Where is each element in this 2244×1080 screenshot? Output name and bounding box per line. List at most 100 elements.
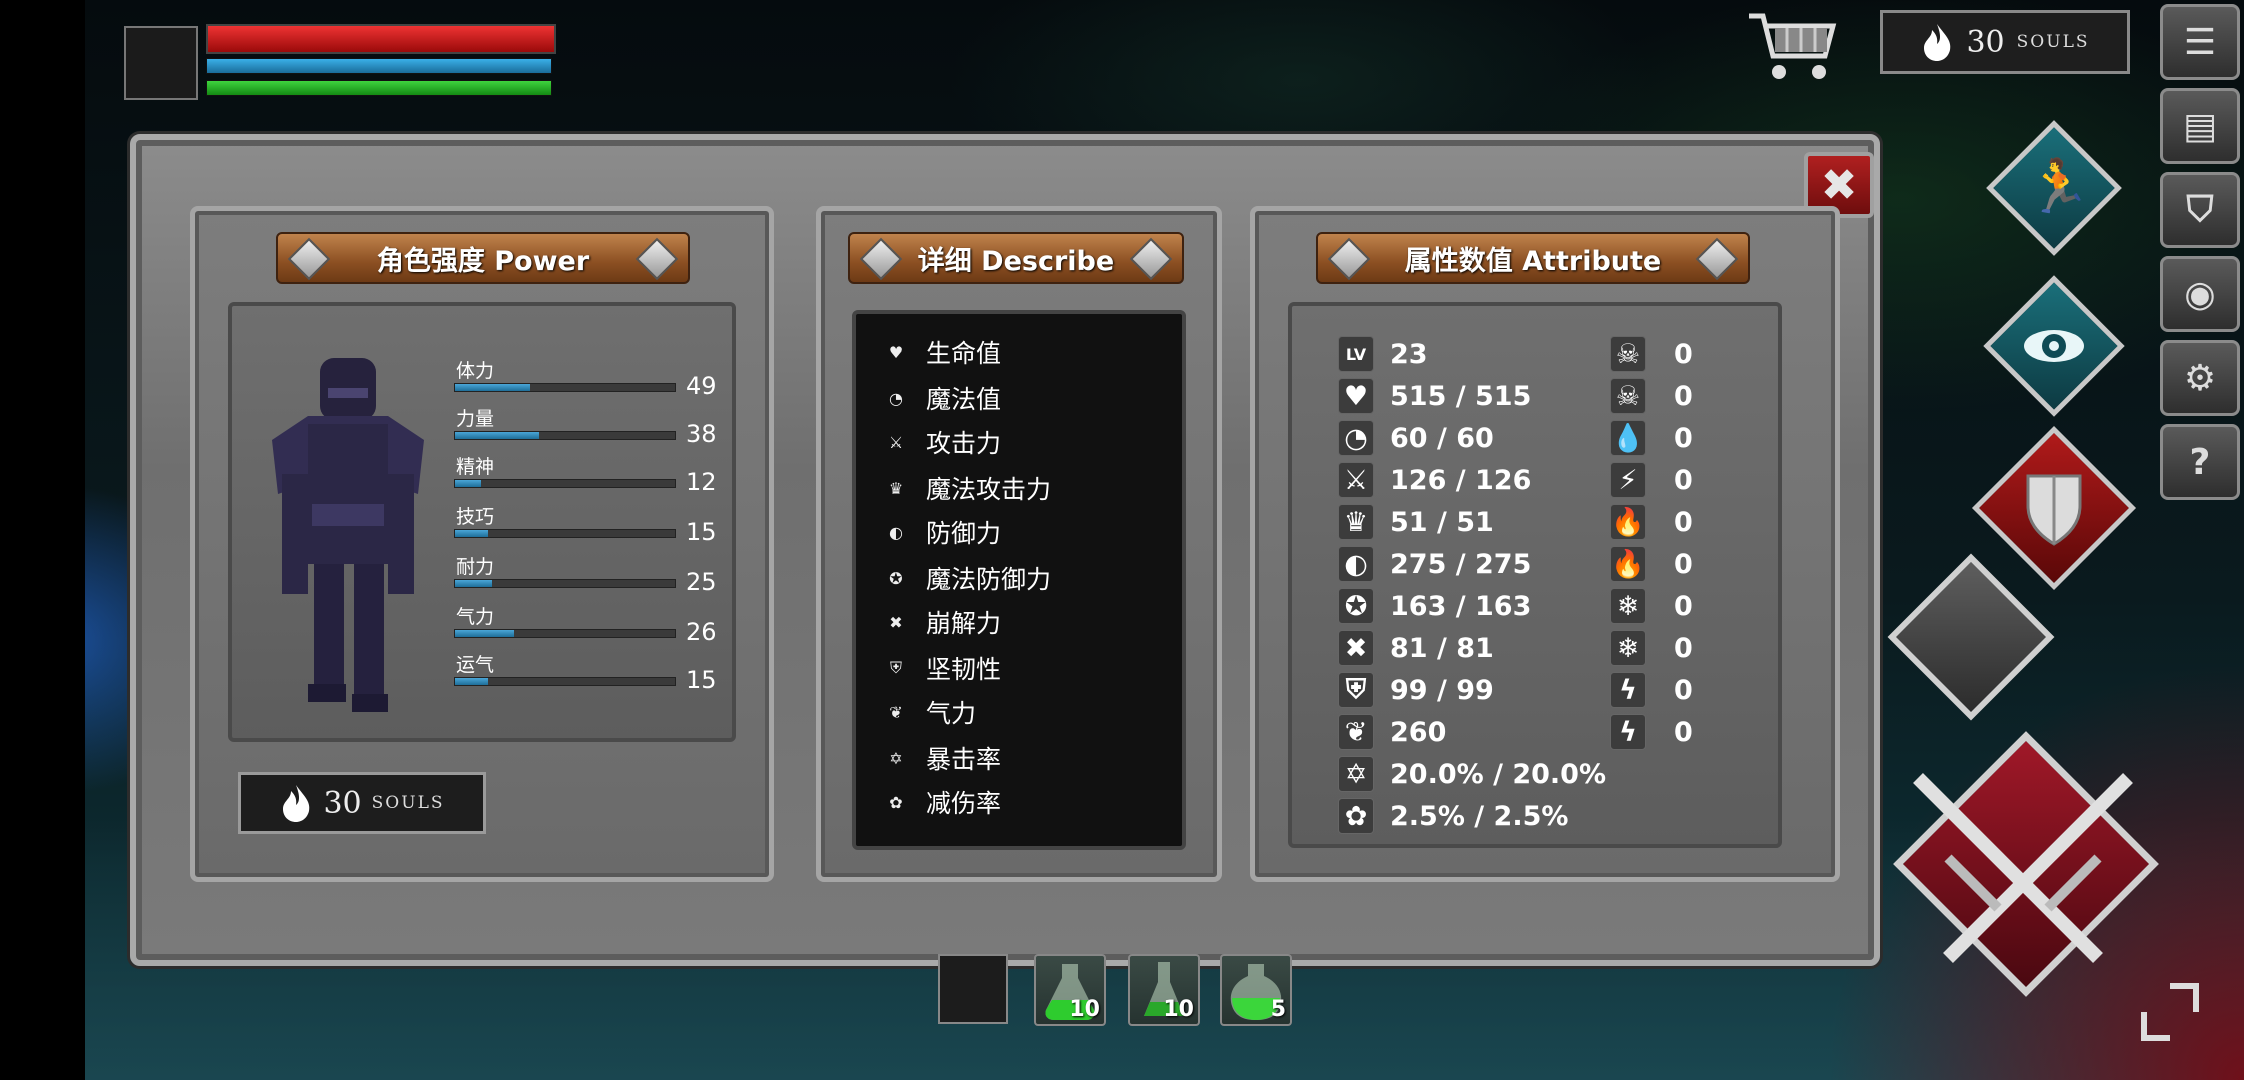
stat-fill — [455, 630, 515, 637]
critical-icon: ✡ — [889, 748, 903, 768]
stat-track — [454, 579, 676, 588]
menu-list-button[interactable]: ☰ — [2160, 4, 2240, 80]
flame-icon — [1924, 24, 1951, 61]
stat-value: 25 — [686, 568, 717, 596]
stat-label: 技巧 — [456, 506, 495, 528]
stat-track — [454, 479, 676, 488]
stat-label: 力量 — [456, 408, 495, 430]
attr-fire-resist: 🔥 0 — [1610, 544, 1693, 584]
stat-fill — [455, 480, 482, 487]
stat-luck: 运气 15 — [454, 650, 717, 694]
stat-value: 15 — [686, 666, 717, 694]
character-model[interactable] — [268, 354, 428, 714]
souls-word: SOULS — [2016, 32, 2090, 52]
helmet-icon: ⛉ — [2186, 189, 2214, 230]
help-icon: ? — [2189, 441, 2211, 483]
attr-value: 60 / 60 — [1390, 422, 1494, 454]
level-icon: LV — [1338, 336, 1374, 372]
attr-poison: ☠ 0 — [1610, 334, 1693, 374]
power-title: 角色强度 Power — [376, 245, 590, 277]
attr-attack: ⚔ 126 / 126 — [1338, 460, 1531, 500]
attr-lightning-resist: ϟ0 — [1610, 712, 1693, 752]
potion-slot-3[interactable]: 5 — [1220, 954, 1292, 1026]
empty-quick-slot[interactable] — [938, 954, 1008, 1024]
lungs-icon: ❦ — [889, 702, 903, 722]
attribute-title: 属性数值 Attribute — [1404, 245, 1662, 277]
fullscreen-icon[interactable] — [2140, 982, 2200, 1042]
attr-value: 81 / 81 — [1390, 632, 1494, 664]
attr-stamina: ❦ 260 — [1338, 712, 1446, 752]
attr-frost-resist: ❄ 0 — [1610, 628, 1693, 668]
attribute-title-plank: 属性数值 Attribute — [1316, 232, 1750, 284]
describe-row: ✖ 崩解力 — [880, 600, 1001, 644]
stat-value: 49 — [686, 372, 717, 400]
stat-fill — [455, 384, 530, 391]
stat-track — [454, 529, 676, 538]
describe-row: ✿ 减伤率 — [880, 780, 1001, 824]
frost-icon: ❄ — [1610, 588, 1646, 624]
attr-value: 0 — [1674, 674, 1693, 706]
attr-poison-resist: ☠ 0 — [1610, 376, 1693, 416]
skills-button[interactable]: ◉ — [2160, 256, 2240, 332]
settings-button[interactable]: ⚙ — [2160, 340, 2240, 416]
describe-row: ⛨ 坚韧性 — [880, 646, 1001, 690]
magic-crown-icon: ♛ — [888, 478, 904, 498]
break-icon: ✖ — [889, 612, 903, 632]
attr-defense: ◐ 275 / 275 — [1338, 544, 1531, 584]
poison-resist-icon: ☠ — [1610, 378, 1646, 414]
attr-value: 0 — [1674, 464, 1693, 496]
stat-label: 气力 — [456, 606, 495, 628]
player-portrait[interactable] — [124, 26, 198, 100]
run-icon: 🏃 — [2026, 157, 2091, 217]
mana-bar — [206, 58, 552, 74]
sword-icon: ⚔ — [888, 432, 904, 452]
attr-value: 23 — [1390, 338, 1428, 370]
critical-icon: ✡ — [1338, 756, 1374, 792]
describe-title: 详细 Describe — [917, 245, 1115, 277]
magic-crown-icon: ♛ — [1338, 504, 1374, 540]
describe-title-plank: 详细 Describe — [848, 232, 1184, 284]
stat-value: 12 — [686, 468, 717, 496]
shop-cart-icon[interactable] — [1745, 6, 1841, 86]
magic-shield-icon: ✪ — [889, 568, 903, 588]
potion-count: 10 — [1163, 997, 1194, 1022]
list-icon: ☰ — [2183, 21, 2217, 63]
help-button[interactable]: ? — [2160, 424, 2240, 500]
describe-label: 气力 — [926, 699, 977, 728]
stat-label: 精神 — [456, 456, 495, 478]
stat-label: 耐力 — [456, 556, 495, 578]
describe-label: 崩解力 — [926, 609, 1002, 638]
letterbox-left — [0, 0, 85, 1080]
describe-label: 生命值 — [926, 339, 1002, 368]
describe-label: 减伤率 — [926, 789, 1002, 818]
heart-icon: ♥ — [1338, 378, 1374, 414]
gear-icon: ⚙ — [2183, 357, 2217, 399]
describe-label: 暴击率 — [926, 745, 1002, 774]
reduction-icon: ✿ — [889, 792, 903, 812]
journal-button[interactable]: ▤ — [2160, 88, 2240, 164]
attr-value: 20.0% / 20.0% — [1390, 758, 1606, 790]
potion-slot-1[interactable]: 10 — [1034, 954, 1106, 1026]
equipment-button[interactable]: ⛉ — [2160, 172, 2240, 248]
attr-fire: 🔥 0 — [1610, 502, 1693, 542]
describe-row: ❦ 气力 — [880, 690, 976, 734]
attr-value: 0 — [1674, 380, 1693, 412]
stat-track — [454, 431, 676, 440]
sword-icon: ⚔ — [1338, 462, 1374, 498]
plank-gem-icon — [859, 237, 903, 281]
potion-slot-2[interactable]: 10 — [1128, 954, 1200, 1026]
attr-value: 0 — [1674, 506, 1693, 538]
attr-magic-defense: ✪ 163 / 163 — [1338, 586, 1531, 626]
attr-mp: ◔ 60 / 60 — [1338, 418, 1494, 458]
fire-icon: 🔥 — [1610, 504, 1646, 540]
describe-row: ✡ 暴击率 — [880, 736, 1001, 780]
attr-value: 0 — [1674, 422, 1693, 454]
attr-break: ✖ 81 / 81 — [1338, 628, 1494, 668]
plank-gem-icon — [1327, 237, 1371, 281]
attr-value: 2.5% / 2.5% — [1390, 800, 1569, 832]
describe-label: 魔法攻击力 — [926, 475, 1052, 504]
stat-track — [454, 629, 676, 638]
attr-value: 0 — [1674, 338, 1693, 370]
describe-row: ◐ 防御力 — [880, 510, 1001, 554]
souls-count: 30 — [323, 785, 362, 821]
